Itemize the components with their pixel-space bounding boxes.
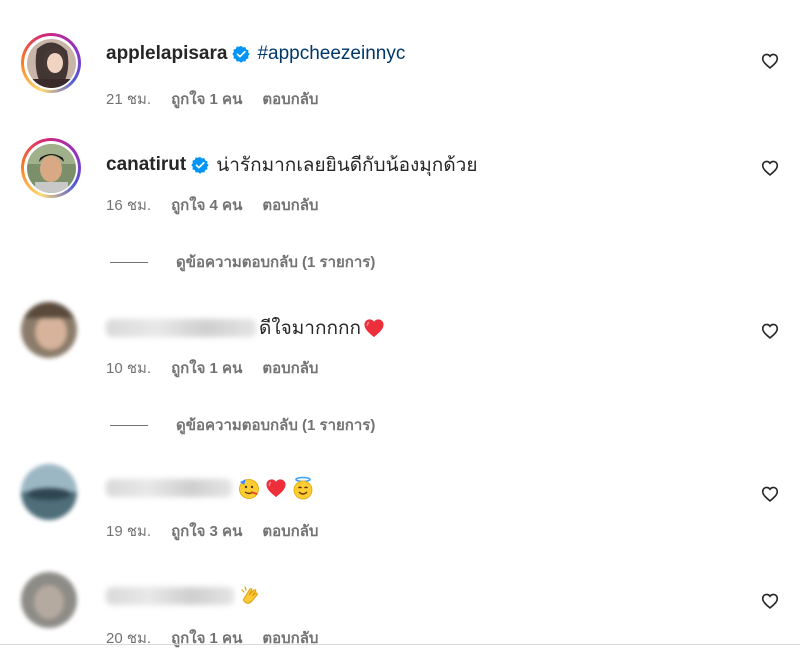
avatar[interactable] xyxy=(21,464,77,520)
comment-time: 10 ชม. xyxy=(106,360,152,377)
reply-button[interactable]: ตอบกลับ xyxy=(262,356,318,380)
likes-count-link[interactable]: ถูกใจ 4 คน xyxy=(171,193,242,217)
avatar[interactable] xyxy=(21,138,81,198)
divider xyxy=(0,644,800,645)
likes-count-link[interactable]: ถูกใจ 1 คน xyxy=(171,626,242,650)
likes-count-link[interactable]: ถูกใจ 1 คน xyxy=(171,87,242,111)
like-heart-icon[interactable] xyxy=(760,321,780,341)
username[interactable]: canatirut xyxy=(106,154,186,176)
verified-badge-icon xyxy=(191,156,209,174)
comment-time: 20 ชม. xyxy=(106,630,152,647)
reply-button[interactable]: ตอบกลับ xyxy=(262,193,318,217)
hashtag-link[interactable]: #appcheezeinnyc xyxy=(257,43,405,65)
smiling-face-with-halo-emoji xyxy=(291,476,315,500)
avatar[interactable] xyxy=(21,33,81,93)
reply-button[interactable]: ตอบกลับ xyxy=(262,626,318,650)
red-heart-emoji xyxy=(265,478,287,498)
comment-text: น่ารักมากเลยยินดีกับน้องมุกด้วย xyxy=(216,155,478,176)
like-heart-icon[interactable] xyxy=(760,51,780,71)
comment-text: ดีใจมากกกก xyxy=(259,318,361,339)
reply-button[interactable]: ตอบกลับ xyxy=(262,519,318,543)
username-blurred[interactable] xyxy=(106,319,256,337)
view-replies-button[interactable]: ดูข้อความตอบกลับ (1 รายการ) xyxy=(110,250,375,274)
view-replies-label[interactable]: ดูข้อความตอบกลับ (1 รายการ) xyxy=(176,250,375,274)
likes-count-link[interactable]: ถูกใจ 3 คน xyxy=(171,519,242,543)
partying-face-emoji xyxy=(237,476,261,500)
clapping-hands-emoji xyxy=(239,584,263,608)
username-blurred[interactable] xyxy=(106,587,234,605)
avatar[interactable] xyxy=(21,302,77,358)
comment-time: 16 ชม. xyxy=(106,197,152,214)
like-heart-icon[interactable] xyxy=(760,591,780,611)
like-heart-icon[interactable] xyxy=(760,484,780,504)
view-replies-button[interactable]: ดูข้อความตอบกลับ (1 รายการ) xyxy=(110,413,375,437)
divider xyxy=(110,261,148,263)
divider xyxy=(110,424,148,426)
like-heart-icon[interactable] xyxy=(760,158,780,178)
likes-count-link[interactable]: ถูกใจ 1 คน xyxy=(171,356,242,380)
username[interactable]: applelapisara xyxy=(106,43,227,65)
verified-badge-icon xyxy=(232,45,251,63)
reply-button[interactable]: ตอบกลับ xyxy=(262,87,318,111)
view-replies-label[interactable]: ดูข้อความตอบกลับ (1 รายการ) xyxy=(176,413,375,437)
red-heart-emoji xyxy=(363,318,385,338)
comment-time: 19 ชม. xyxy=(106,523,152,540)
avatar[interactable] xyxy=(21,572,77,628)
username-blurred[interactable] xyxy=(106,479,232,497)
comment-time: 21 ชม. xyxy=(106,91,152,108)
